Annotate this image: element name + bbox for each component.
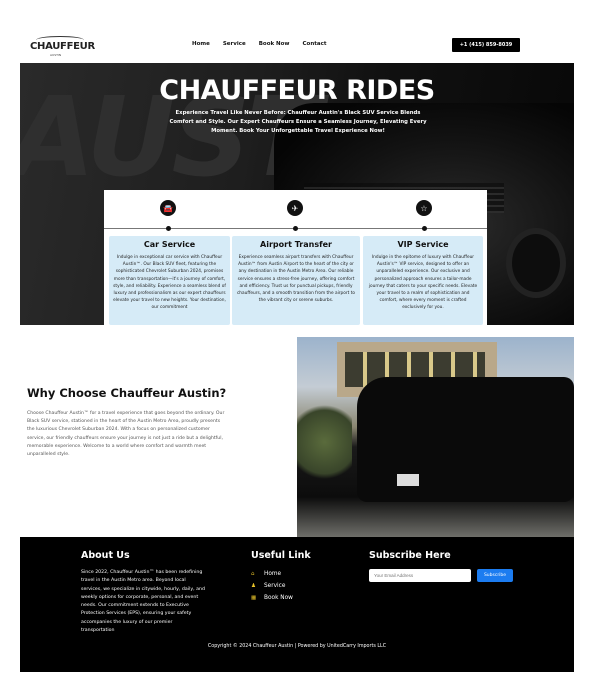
hero-suv-wheel — [506, 228, 566, 298]
footer-link-book-now[interactable]: ▦ Book Now — [251, 592, 293, 604]
email-input[interactable] — [369, 569, 471, 582]
nav-contact[interactable]: Contact — [303, 41, 327, 47]
black-suv — [357, 377, 574, 502]
logo[interactable]: CHAUFFEUR AUSTIN — [30, 36, 95, 58]
nav-book-now[interactable]: Book Now — [259, 41, 290, 47]
service-card-airport: Airport Transfer Experience seamless air… — [232, 236, 360, 325]
service-title: Airport Transfer — [260, 240, 332, 249]
calendar-icon: ▦ — [251, 595, 257, 601]
car-icon: 🚘 — [160, 200, 176, 216]
hero-subtitle: Experience Travel Like Never Before: Cha… — [169, 110, 427, 134]
service-title: VIP Service — [397, 240, 449, 249]
service-text: Indulge in the epitome of luxury with Ch… — [368, 255, 478, 311]
tree — [297, 397, 352, 487]
airplane-icon: ✈ — [287, 200, 303, 216]
why-text: Choose Chauffeur Austin™ for a travel ex… — [27, 411, 225, 458]
nav-service[interactable]: Service — [223, 41, 246, 47]
footer: About Us Since 2022, Chauffeur Austin™ h… — [20, 537, 574, 672]
service-text: Indulge in exceptional car service with … — [113, 255, 226, 311]
useful-links: ⌂ Home ♟ Service ▦ Book Now — [251, 568, 293, 604]
timeline-dot — [422, 226, 427, 231]
why-section: Why Choose Chauffeur Austin? Choose Chau… — [27, 386, 227, 459]
service-card-car: Car Service Indulge in exceptional car s… — [109, 236, 230, 325]
why-title: Why Choose Chauffeur Austin? — [27, 386, 227, 400]
timeline-dot — [166, 226, 171, 231]
footer-link-home[interactable]: ⌂ Home — [251, 568, 293, 580]
suv-photo — [297, 337, 574, 537]
services-section: 🚘 ✈ ☆ Car Service Indulge in exceptional… — [104, 190, 487, 325]
links-title: Useful Link — [251, 550, 311, 561]
link-label: Service — [264, 583, 286, 589]
home-icon: ⌂ — [251, 571, 255, 577]
logo-subtext: AUSTIN — [50, 53, 62, 57]
about-title: About Us — [81, 550, 130, 561]
phone-button[interactable]: +1 (415) 859-8039 — [452, 38, 520, 52]
user-icon: ♟ — [251, 583, 256, 589]
link-label: Home — [264, 571, 282, 577]
star-icon: ☆ — [416, 200, 432, 216]
main-nav: Home Service Book Now Contact — [192, 41, 326, 47]
nav-home[interactable]: Home — [192, 41, 210, 47]
service-title: Car Service — [143, 240, 196, 249]
copyright: Copyright © 2024 Chauffeur Austin | Powe… — [207, 644, 387, 649]
about-text: Since 2022, Chauffeur Austin™ has been r… — [81, 570, 205, 634]
service-text: Experience seamless airport transfers wi… — [236, 255, 356, 304]
timeline-dot — [293, 226, 298, 231]
subscribe-title: Subscribe Here — [369, 550, 451, 561]
footer-link-service[interactable]: ♟ Service — [251, 580, 293, 592]
license-plate — [397, 474, 419, 486]
subscribe-button[interactable]: Subscribe — [477, 569, 513, 582]
hero-title: CHAUFFEUR RIDES — [159, 75, 435, 106]
logo-text: CHAUFFEUR — [30, 41, 95, 52]
service-card-vip: VIP Service Indulge in the epitome of lu… — [363, 236, 483, 325]
link-label: Book Now — [264, 595, 293, 601]
